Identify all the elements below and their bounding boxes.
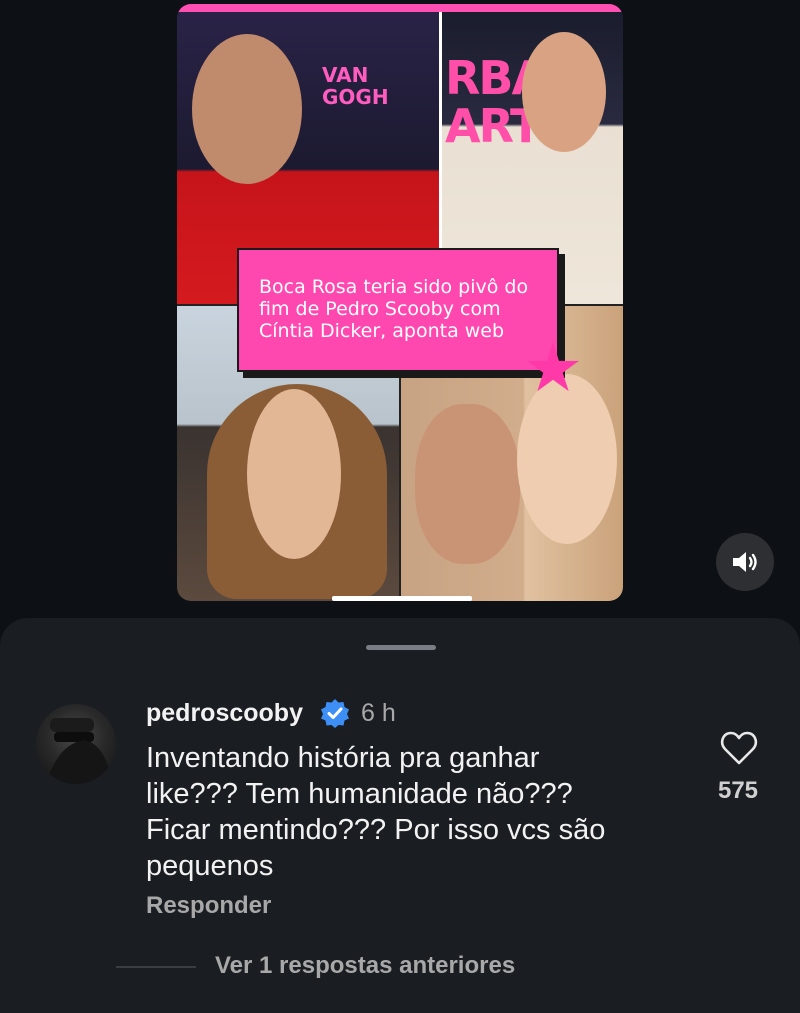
person-head (247, 389, 341, 559)
avatar[interactable] (36, 704, 116, 784)
comment-timestamp: 6 h (361, 699, 396, 727)
person-head (192, 34, 302, 184)
like-count: 575 (717, 777, 759, 804)
verified-badge-icon (321, 699, 349, 728)
speaker-on-icon (733, 552, 757, 572)
person-head (517, 374, 617, 544)
reply-button[interactable]: Responder (146, 891, 271, 921)
comment-text: Inventando história pra ganhar like??? T… (146, 740, 686, 884)
comment-text-line: like??? Tem humanidade não??? (146, 778, 573, 810)
comment-text-line: pequenos (146, 850, 274, 882)
background-poster-text: VAN GOGH (322, 63, 389, 109)
comment-username[interactable]: pedroscooby (146, 698, 303, 728)
comment-text-line: Ficar mentindo??? Por isso vcs são (146, 814, 606, 846)
view-replies-button[interactable]: Ver 1 respostas anteriores (215, 951, 515, 981)
replies-divider-line (116, 966, 196, 968)
person-head (415, 404, 520, 564)
headline-caption-box: Boca Rosa teria sido pivô do fim de Pedr… (237, 248, 559, 372)
heart-outline-icon[interactable] (720, 730, 758, 766)
headline-line: fim de Pedro Scooby com (259, 298, 501, 320)
comments-sheet: pedroscooby 6 h Inventando história pra … (0, 618, 800, 1013)
headline-line: Boca Rosa teria sido pivô do (259, 276, 529, 298)
person-head (522, 32, 606, 152)
volume-button[interactable] (716, 533, 774, 591)
image-top-accent (177, 4, 623, 12)
user-silhouette-icon (46, 718, 112, 784)
media-progress-indicator (332, 596, 472, 601)
comment-text-line: Inventando história pra ganhar (146, 742, 540, 774)
sheet-drag-handle[interactable] (366, 645, 436, 650)
headline-line: Cíntia Dicker, aponta web (259, 320, 505, 342)
